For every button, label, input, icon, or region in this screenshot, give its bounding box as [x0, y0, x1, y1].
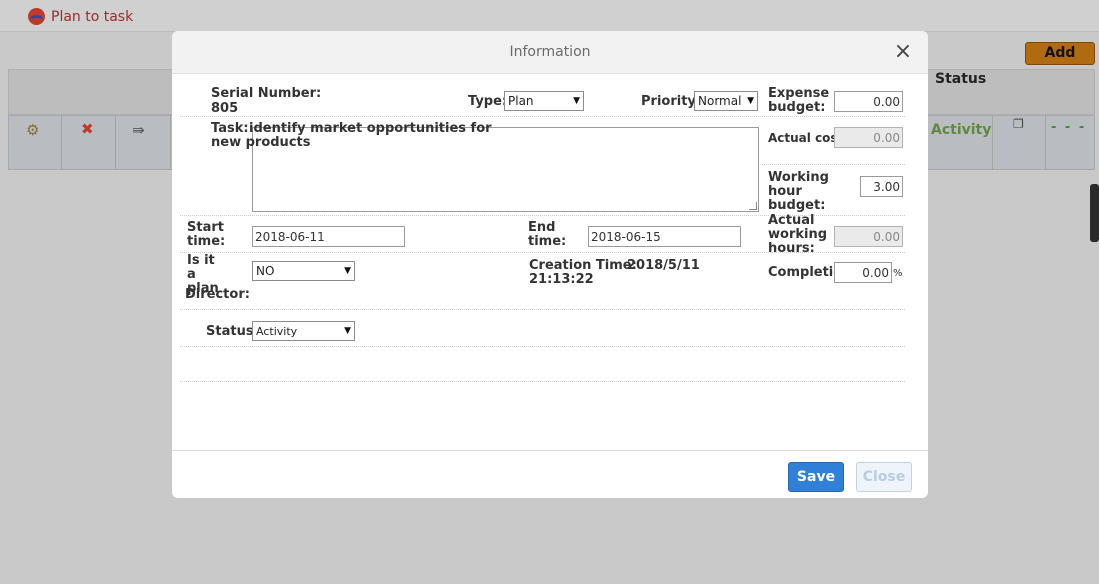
chevron-down-icon: ▼	[747, 96, 754, 106]
cell-divider	[992, 115, 993, 170]
move-icon[interactable]: ⇛	[132, 121, 145, 139]
end-time-label: End time:	[528, 220, 567, 249]
resize-handle-icon[interactable]	[749, 202, 757, 210]
top-bar: Plan to task	[0, 0, 1099, 32]
scrollbar[interactable]	[1090, 184, 1099, 242]
working-hour-budget-label: Working hour budget:	[768, 170, 829, 213]
is-plan-select-value: NO	[256, 264, 275, 278]
status-select-value: Activity	[256, 324, 298, 338]
cell-divider	[115, 115, 116, 170]
row-divider	[180, 346, 905, 347]
copy-icon[interactable]: ❐	[1013, 117, 1024, 131]
task-text: identify market opportunities for new pr…	[211, 121, 492, 150]
dialog-header: Information ×	[172, 31, 928, 74]
creation-time-value: 2018/5/11 21:13:22	[529, 258, 700, 287]
cell-divider	[170, 115, 171, 170]
completion-input[interactable]	[834, 262, 892, 283]
completion-percent: %	[893, 268, 903, 279]
start-time-input[interactable]	[252, 226, 405, 247]
actual-working-hours-label: Actual working hours:	[768, 213, 828, 256]
cell-divider	[1045, 115, 1046, 170]
chevron-down-icon: ▼	[344, 326, 351, 336]
is-plan-select[interactable]: NO ▼	[252, 261, 355, 281]
close-button[interactable]: Close	[856, 462, 912, 492]
status-column-header: Status	[935, 71, 987, 87]
row-divider	[180, 381, 905, 382]
app-title[interactable]: Plan to task	[28, 8, 133, 25]
row-dashes: - - -	[1051, 120, 1087, 135]
actual-cost-input	[834, 127, 903, 148]
end-time-input[interactable]	[588, 226, 741, 247]
row-divider	[762, 164, 905, 165]
settings-icon[interactable]: ⚙	[26, 121, 39, 139]
type-select[interactable]: Plan ▼	[504, 91, 584, 111]
priority-label: Priority:	[641, 94, 702, 109]
chevron-down-icon: ▼	[573, 96, 580, 106]
type-label: Type:	[468, 94, 508, 109]
chevron-down-icon: ▼	[344, 266, 351, 276]
actual-working-hours-input	[834, 226, 903, 247]
status-label: Status:	[206, 324, 259, 339]
priority-select[interactable]: Normal ▼	[694, 91, 758, 111]
save-button[interactable]: Save	[788, 462, 844, 492]
delete-icon[interactable]: ✖	[81, 120, 94, 138]
working-hour-budget-input[interactable]	[860, 176, 903, 197]
information-dialog: Information × Serial Number: 805 Type: P…	[172, 31, 928, 498]
dialog-title: Information	[509, 44, 591, 60]
start-time-label: Start time:	[187, 220, 226, 249]
director-label: Director:	[185, 287, 250, 302]
row-status: Activity	[931, 122, 992, 138]
expense-budget-label: Expense budget:	[768, 86, 830, 115]
app-title-text: Plan to task	[51, 8, 134, 25]
serial-number-label: Serial Number:	[211, 86, 322, 101]
footer-divider	[172, 450, 928, 451]
priority-select-value: Normal	[698, 94, 742, 108]
status-select[interactable]: Activity ▼	[252, 321, 355, 341]
cell-divider	[61, 115, 62, 170]
add-button[interactable]: Add	[1025, 42, 1095, 65]
close-icon[interactable]: ×	[893, 41, 913, 63]
row-divider	[180, 309, 905, 310]
app-logo-icon	[28, 8, 45, 25]
row-divider	[180, 116, 905, 117]
expense-budget-input[interactable]	[834, 91, 903, 112]
type-select-value: Plan	[508, 94, 534, 108]
serial-number-value: 805	[211, 101, 239, 116]
